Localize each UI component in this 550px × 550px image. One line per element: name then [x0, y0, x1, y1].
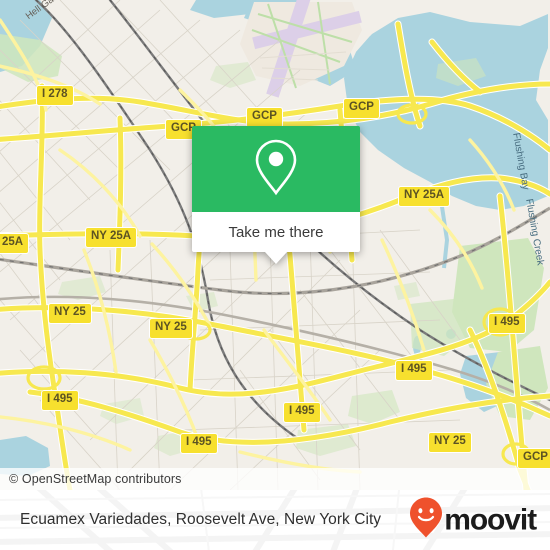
- moovit-smiley-pin-icon: [409, 497, 443, 544]
- road-shield: NY 25: [48, 303, 92, 324]
- map-attribution: © OpenStreetMap contributors: [0, 468, 550, 490]
- road-shield: I 278: [36, 85, 74, 106]
- road-shield: GCP: [517, 448, 550, 469]
- location-popup-card[interactable]: Take me there: [192, 126, 360, 264]
- attribution-text: © OpenStreetMap contributors: [9, 472, 182, 486]
- bottom-banner: Ecuamex Variedades, Roosevelt Ave, New Y…: [0, 490, 550, 550]
- road-shield: GCP: [246, 107, 283, 128]
- road-shield: NY 25: [428, 432, 472, 453]
- road-shield: I 495: [41, 390, 79, 411]
- road-shield: NY 25: [149, 318, 193, 339]
- road-shield: I 495: [180, 433, 218, 454]
- road-shield: NY 25A: [85, 227, 138, 248]
- road-shield: 25A: [0, 233, 30, 254]
- road-shield: I 495: [283, 402, 321, 423]
- place-title: Ecuamex Variedades, Roosevelt Ave, New Y…: [20, 511, 382, 528]
- road-shield: NY 25A: [398, 186, 451, 207]
- map-canvas[interactable]: Hell Gate Flushing Bay Flushing Creek I …: [0, 0, 550, 490]
- moovit-logo[interactable]: moovit: [409, 497, 537, 544]
- road-shield: GCP: [343, 98, 380, 119]
- take-me-there-label: Take me there: [228, 223, 324, 241]
- popup-tail-arrow: [265, 252, 287, 264]
- popup-cta-bar[interactable]: Take me there: [192, 212, 360, 252]
- map-pin-icon: [253, 138, 299, 201]
- road-shield: I 495: [488, 313, 526, 334]
- popup-header: [192, 126, 360, 212]
- moovit-wordmark: moovit: [444, 503, 537, 536]
- road-shield: I 495: [395, 360, 433, 381]
